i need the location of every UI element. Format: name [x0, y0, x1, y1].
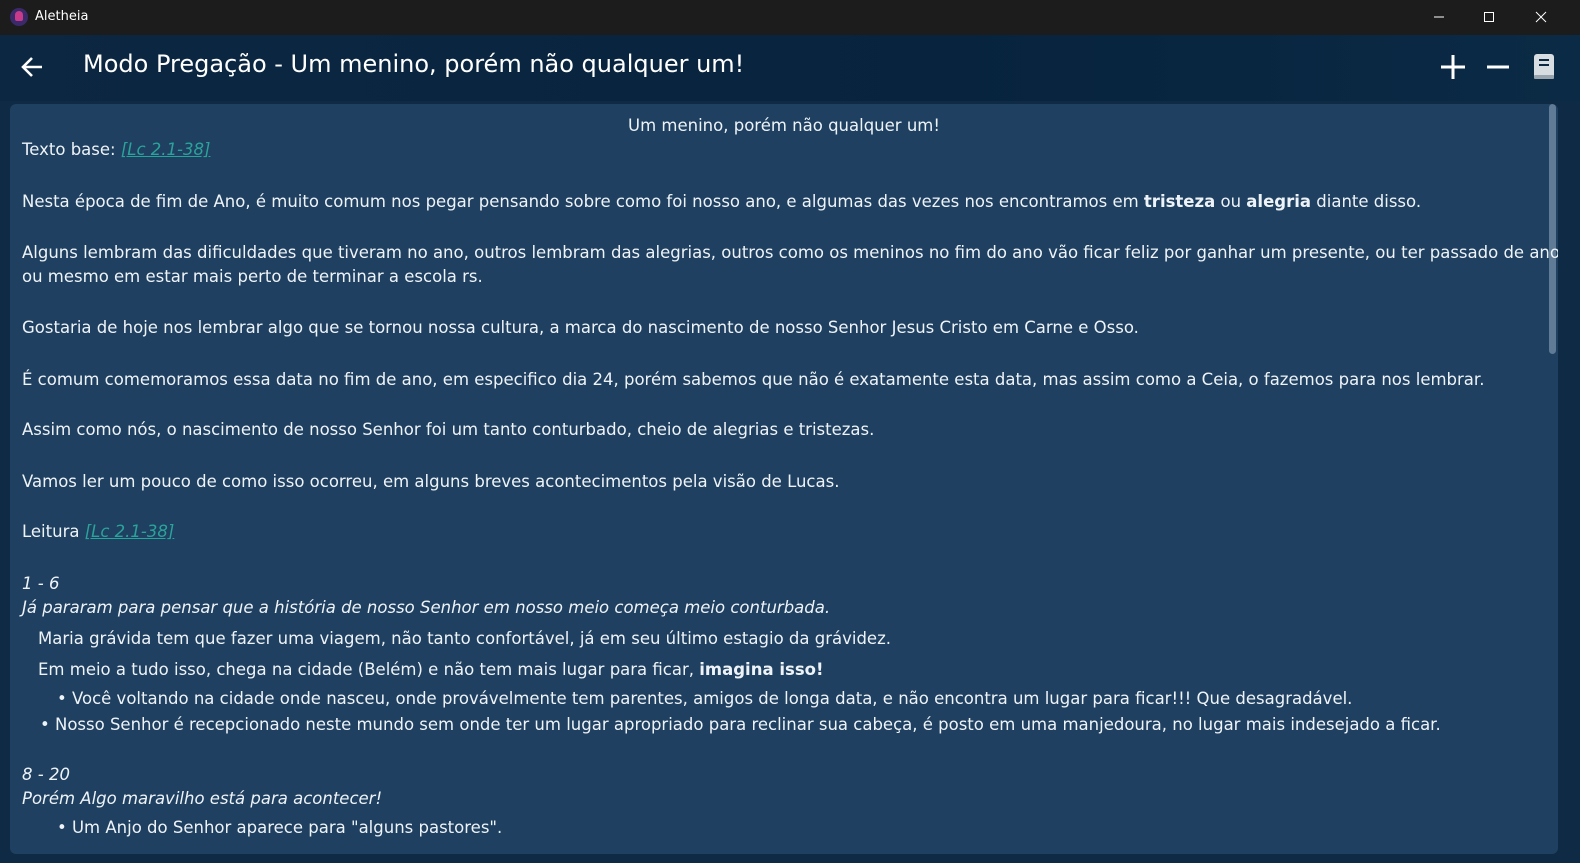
back-button[interactable]: [20, 55, 48, 83]
bullet-item: • Nosso Senhor é recepcionado neste mund…: [40, 715, 1441, 734]
emphasis-imagina: imagina isso!: [699, 660, 824, 679]
bullet-item: • Você voltando na cidade onde nasceu, o…: [57, 689, 1352, 708]
increase-font-button[interactable]: [1437, 51, 1469, 83]
close-button[interactable]: [1518, 0, 1564, 35]
minus-icon: [1487, 65, 1509, 69]
window-title: Aletheia: [35, 9, 89, 24]
texto-base-reference-link[interactable]: [Lc 2.1-38]: [121, 140, 211, 159]
emphasis-tristeza: tristeza: [1143, 192, 1216, 211]
paragraph-5: Assim como nós, o nascimento de nosso Se…: [22, 420, 875, 439]
leitura-reference-link[interactable]: [Lc 2.1-38]: [85, 522, 175, 541]
paragraph-1-end: diante disso.: [1311, 192, 1422, 211]
bullet-text: Nosso Senhor é recepcionado neste mundo …: [54, 715, 1441, 734]
section-1-intro: Já pararam para pensar que a história de…: [22, 598, 831, 617]
section-1-line-2: Em meio a tudo isso, chega na cidade (Be…: [38, 660, 824, 679]
paragraph-2-line-1: Alguns lembram das dificuldades que tive…: [22, 243, 1558, 262]
leitura-label: Leitura: [22, 522, 85, 541]
app-bar: Modo Pregação - Um menino, porém não qua…: [0, 35, 1580, 101]
bullet-dot-icon: •: [57, 689, 72, 708]
paragraph-4: É comum comemoramos essa data no fim de …: [22, 370, 1485, 389]
bullet-item: • Um Anjo do Senhor aparece para "alguns…: [57, 818, 502, 837]
paragraph-6: Vamos ler um pouco de como isso ocorreu,…: [22, 472, 840, 491]
section-1-line-2-text: Em meio a tudo isso, chega na cidade (Be…: [38, 660, 700, 679]
plus-icon: [1441, 55, 1465, 79]
bible-button[interactable]: [1528, 51, 1560, 83]
emphasis-alegria: alegria: [1246, 192, 1312, 211]
section-1-line-1: Maria grávida tem que fazer uma viagem, …: [38, 629, 891, 648]
paragraph-3: Gostaria de hoje nos lembrar algo que se…: [22, 318, 1139, 337]
page-title: Modo Pregação - Um menino, porém não qua…: [83, 50, 745, 78]
scrollbar-thumb[interactable]: [1549, 104, 1556, 354]
paragraph-1-conj: ou: [1215, 192, 1247, 211]
book-icon: [1534, 54, 1554, 79]
texto-base-label: Texto base:: [22, 140, 121, 159]
maximize-icon: [1484, 12, 1494, 22]
paragraph-1-text: Nesta época de fim de Ano, é muito comum…: [22, 192, 1144, 211]
paragraph-1: Nesta época de fim de Ano, é muito comum…: [22, 192, 1421, 211]
back-arrow-icon: [21, 57, 42, 77]
decrease-font-button[interactable]: [1482, 51, 1514, 83]
app-logo-icon: [10, 8, 28, 26]
window-titlebar: Aletheia: [0, 0, 1580, 35]
bullet-text: Um Anjo do Senhor aparece para "alguns p…: [71, 818, 503, 837]
minimize-icon: [1434, 16, 1444, 18]
sermon-heading: Um menino, porém não qualquer um!: [628, 116, 940, 135]
texto-base-line: Texto base: [Lc 2.1-38]: [22, 140, 210, 159]
close-icon: [1535, 11, 1547, 23]
bullet-dot-icon: •: [57, 818, 72, 837]
minimize-button[interactable]: [1416, 0, 1462, 35]
section-2-intro: Porém Algo maravilho está para acontecer…: [22, 789, 383, 808]
paragraph-2-line-2: ou mesmo em estar mais perto de terminar…: [22, 267, 483, 286]
leitura-line: Leitura [Lc 2.1-38]: [22, 522, 174, 541]
bullet-text: Você voltando na cidade onde nasceu, ond…: [71, 689, 1353, 708]
bullet-dot-icon: •: [40, 715, 55, 734]
section-1-verses: 1 - 6: [22, 574, 60, 593]
section-2-verses: 8 - 20: [22, 765, 70, 784]
maximize-button[interactable]: [1466, 0, 1512, 35]
sermon-content[interactable]: Um menino, porém não qualquer um! Texto …: [10, 104, 1558, 854]
